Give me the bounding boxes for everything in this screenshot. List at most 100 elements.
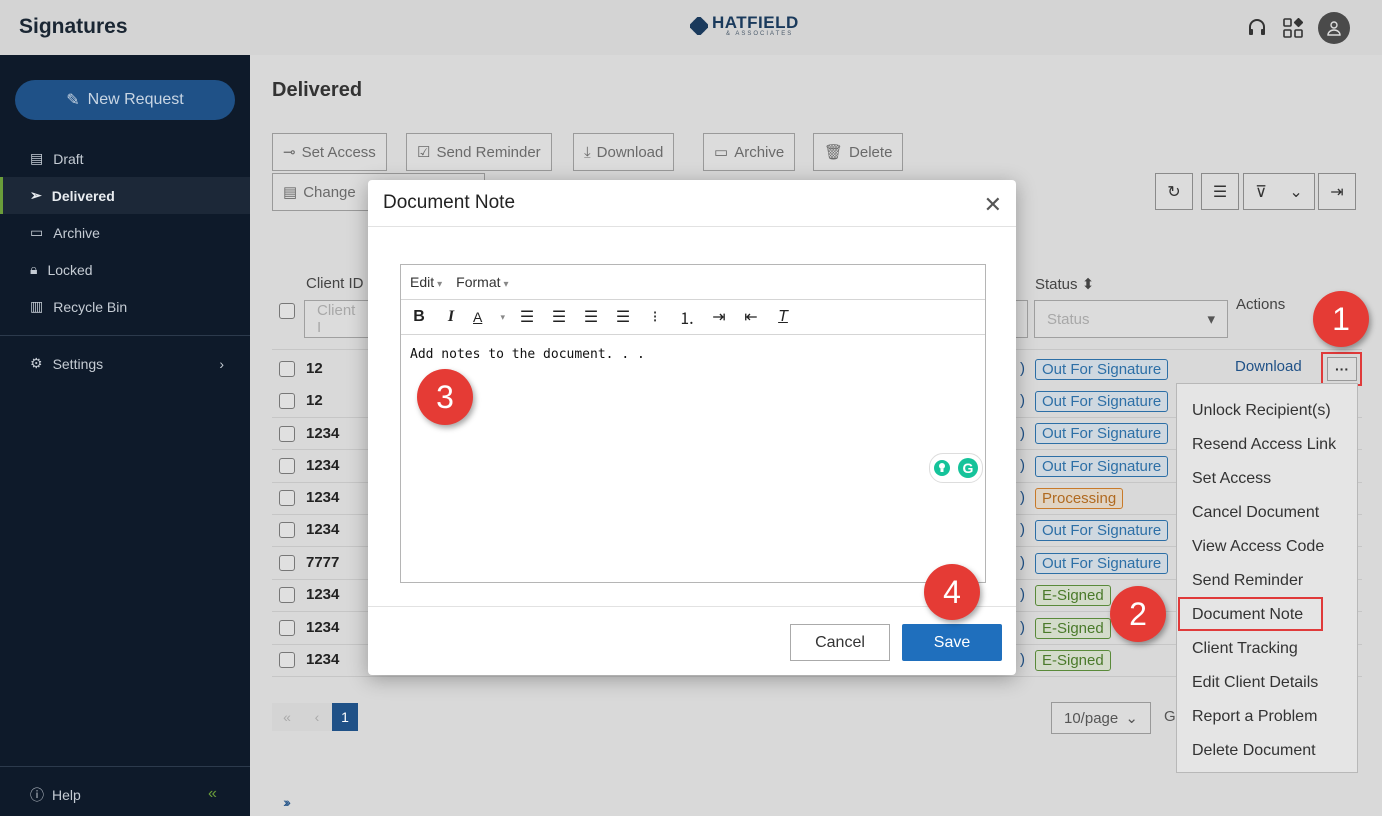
help-link[interactable]: ⓘ Help [30,785,81,805]
first-page-button[interactable]: « [272,703,302,731]
goto-label: G [1164,708,1176,725]
sidebar-item-recycle-bin[interactable]: ▥ Recycle Bin [0,288,250,325]
export-button[interactable]: ⇥ [1318,173,1356,210]
menu-item-delete-document[interactable]: Delete Document [1177,734,1357,768]
sidebar-item-locked[interactable]: 🔒︎ Locked [0,251,250,288]
step-marker-2: 2 [1110,586,1166,642]
column-header-status[interactable]: Status ⬍ [1035,275,1094,293]
row-text: ) [1020,651,1025,668]
sidebar: ✎ New Request ▤ Draft ➢ Delivered ▭ Arch… [0,55,250,816]
set-access-button[interactable]: ⊸ Set Access [272,133,387,171]
user-avatar[interactable] [1318,12,1350,44]
status-badge: E-Signed [1035,618,1111,639]
headset-icon[interactable] [1246,17,1268,39]
collapse-sidebar-icon[interactable]: « [208,785,217,803]
cancel-button[interactable]: Cancel [790,624,890,661]
status-badge: Out For Signature [1035,423,1169,444]
italic-icon[interactable]: I [441,307,461,327]
menu-item-report-problem[interactable]: Report a Problem [1177,700,1357,734]
row-checkbox[interactable] [279,522,295,538]
close-icon[interactable]: ✕ [984,194,1002,216]
refresh-button[interactable]: ↻ [1155,173,1193,210]
status-badge: E-Signed [1035,650,1111,671]
outdent-icon[interactable]: ⇤ [741,307,761,327]
divider [0,766,250,767]
align-justify-icon[interactable]: ☰ [613,307,633,327]
row-checkbox[interactable] [279,361,295,377]
bullet-list-icon[interactable]: ⁝ [645,307,665,327]
app-title: Signatures [19,15,128,38]
clear-formatting-icon[interactable]: T [773,307,793,327]
menu-item-cancel-document[interactable]: Cancel Document [1177,496,1357,530]
highlight-box [1178,597,1323,631]
menu-item-edit-client-details[interactable]: Edit Client Details [1177,666,1357,700]
row-checkbox[interactable] [279,426,295,442]
row-client-id: 1234 [306,521,340,538]
row-checkbox[interactable] [279,620,295,636]
row-checkbox[interactable] [279,490,295,506]
send-reminder-button[interactable]: ☑ Send Reminder [406,133,552,171]
caret-down-icon: ▾ [437,279,443,290]
logo-mark-icon [690,16,708,35]
row-download-link[interactable]: Download [1235,358,1302,375]
select-placeholder: Status [1047,310,1090,328]
column-header-client-id[interactable]: Client ID [306,275,364,292]
sidebar-item-archive[interactable]: ▭ Archive [0,214,250,251]
sidebar-item-settings[interactable]: ⚙ Settings › [0,345,250,382]
row-checkbox[interactable] [279,587,295,603]
download-button[interactable]: ⤓ Download [573,133,675,171]
grammarly-widget[interactable]: G [929,453,983,483]
menu-item-client-tracking[interactable]: Client Tracking [1177,632,1357,666]
indent-icon[interactable]: ⇥ [709,307,729,327]
align-left-icon[interactable]: ☰ [517,307,537,327]
delete-button[interactable]: 🗑︎ Delete [813,133,904,171]
row-client-id: 1234 [306,586,340,603]
numbered-list-icon[interactable]: ⒈ [677,307,697,328]
document-icon: ▤ [30,150,44,166]
status-badge: Out For Signature [1035,520,1169,541]
menu-item-set-access[interactable]: Set Access [1177,462,1357,496]
format-menu[interactable]: Format ▾ [456,274,508,290]
prev-page-button[interactable]: ‹ [302,703,332,731]
divider [368,226,1016,227]
edit-menu[interactable]: Edit ▾ [410,274,442,290]
pagination: « ‹ 1 › » [272,703,358,810]
text-color-icon[interactable]: A ▾ [473,307,505,327]
refresh-icon: ↻ [1167,183,1181,201]
last-page-button[interactable]: » [272,788,302,816]
status-badge: Out For Signature [1035,553,1169,574]
filter-button[interactable]: ⊽ ⌄ [1243,173,1315,210]
align-right-icon[interactable]: ☰ [581,307,601,327]
align-center-icon[interactable]: ☰ [549,307,569,327]
status-badge: Out For Signature [1035,391,1169,412]
per-page-select[interactable]: 10/page ⌄ [1051,702,1151,734]
page-button-current[interactable]: 1 [332,703,358,731]
new-request-button[interactable]: ✎ New Request [15,80,235,120]
editor-content[interactable]: Add notes to the document. . . [401,335,985,374]
client-id-filter-input[interactable]: Client I [304,300,374,338]
menu-item-resend-access-link[interactable]: Resend Access Link [1177,428,1357,462]
row-checkbox[interactable] [279,652,295,668]
apps-grid-icon[interactable] [1282,17,1304,39]
select-all-checkbox[interactable] [279,303,295,319]
row-checkbox[interactable] [279,393,295,409]
sidebar-item-label: Settings [52,355,104,372]
bold-icon[interactable]: B [409,307,429,327]
export-icon: ⇥ [1330,183,1344,201]
row-checkbox[interactable] [279,555,295,571]
menu-item-unlock-recipients[interactable]: Unlock Recipient(s) [1177,394,1357,428]
divider [368,606,1016,607]
sidebar-item-draft[interactable]: ▤ Draft [0,140,250,177]
status-filter-select[interactable]: Status ▾ [1034,300,1228,338]
gear-icon: ⚙ [30,355,43,371]
grammarly-icon: G [958,458,978,478]
column-settings-button[interactable]: ☰ [1201,173,1239,210]
menu-item-view-access-code[interactable]: View Access Code [1177,530,1357,564]
row-checkbox[interactable] [279,458,295,474]
save-button[interactable]: Save [902,624,1002,661]
caret-down-icon: ▾ [1207,311,1215,328]
archive-button[interactable]: ▭ Archive [703,133,796,171]
menu-item-send-reminder[interactable]: Send Reminder [1177,564,1357,598]
highlight-box [1321,352,1362,386]
sidebar-item-delivered[interactable]: ➢ Delivered [0,177,250,214]
